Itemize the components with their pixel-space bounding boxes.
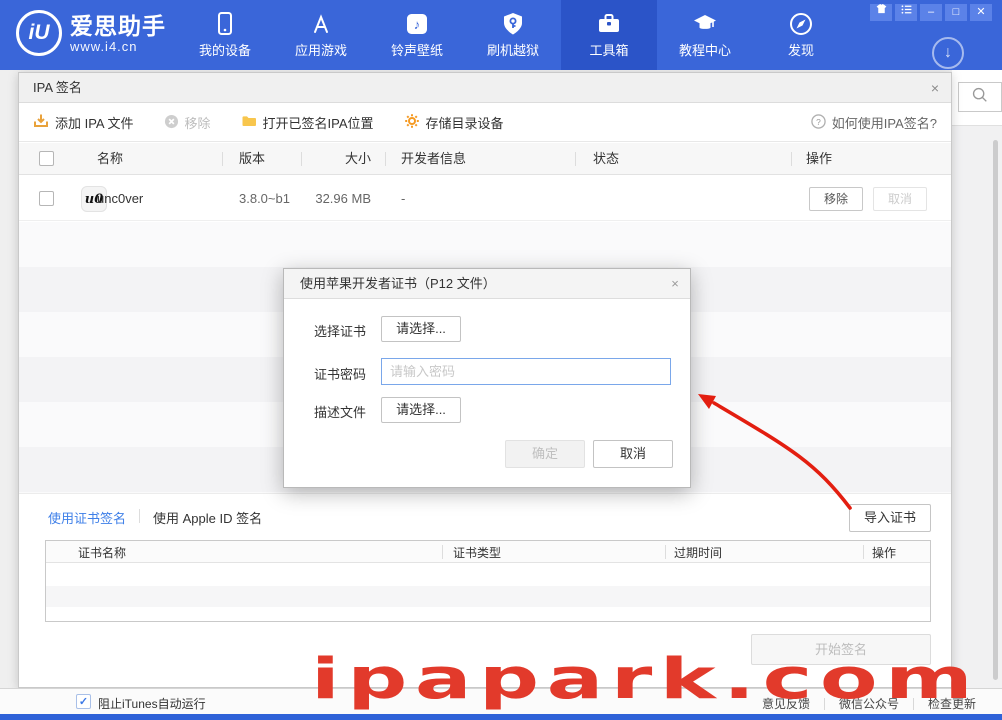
col-actions: 操作 <box>806 151 832 167</box>
app-table-header: 名称 版本 大小 开发者信息 状态 操作 <box>19 143 951 175</box>
menu-list-button[interactable] <box>895 4 917 21</box>
app-title: 爱思助手 <box>70 13 166 39</box>
app-name: unc0ver <box>97 191 143 207</box>
nav-discover[interactable]: 发现 <box>753 0 849 70</box>
add-file-icon <box>33 113 49 132</box>
minimize-button[interactable]: – <box>920 4 942 21</box>
app-window: iU 爱思助手 www.i4.cn 我的设备 应用游戏 ♪ 铃声壁纸 刷机越狱 <box>0 0 1002 720</box>
watermark-text: ipapark.com <box>311 647 980 712</box>
down-arrow-icon: ↓ <box>944 44 952 62</box>
window-bottom-border <box>0 714 1002 720</box>
row-checkbox[interactable] <box>39 191 54 206</box>
shield-key-icon <box>500 11 526 37</box>
logo-circle-icon: iU <box>16 10 62 56</box>
label-cert-password: 证书密码 <box>314 364 366 383</box>
search-input[interactable] <box>958 82 1002 112</box>
panel-close-icon[interactable]: × <box>919 73 951 103</box>
nav-tutorials[interactable]: 教程中心 <box>657 0 753 70</box>
panel-title: IPA 签名 <box>19 73 951 103</box>
maximize-button[interactable]: □ <box>945 4 967 21</box>
app-version: 3.8.0~b1 <box>239 191 290 207</box>
close-window-button[interactable]: ✕ <box>970 4 992 21</box>
nav-jailbreak[interactable]: 刷机越狱 <box>465 0 561 70</box>
skin-theme-button[interactable] <box>870 4 892 21</box>
col-cert-actions: 操作 <box>872 545 896 561</box>
vertical-scrollbar[interactable] <box>993 140 998 680</box>
label-select-cert: 选择证书 <box>314 321 366 340</box>
dialog-title: 使用苹果开发者证书（P12 文件） <box>284 269 690 299</box>
open-signed-location-button[interactable]: 打开已签名IPA位置 <box>241 113 374 132</box>
svg-text:♪: ♪ <box>414 17 421 32</box>
col-cert-name: 证书名称 <box>78 545 126 561</box>
select-cert-button[interactable]: 请选择... <box>381 316 461 342</box>
svg-text:?: ? <box>816 116 821 126</box>
help-link[interactable]: ? 如何使用IPA签名? <box>811 113 937 132</box>
col-version: 版本 <box>239 151 265 167</box>
nav-toolbox[interactable]: 工具箱 <box>561 0 657 70</box>
cert-empty-stripe <box>46 586 930 607</box>
cert-password-input[interactable] <box>381 358 671 385</box>
window-controls: – □ ✕ <box>870 4 992 21</box>
main-nav: 我的设备 应用游戏 ♪ 铃声壁纸 刷机越狱 工具箱 教程中心 <box>177 0 849 70</box>
question-circle-icon: ? <box>811 114 826 132</box>
import-cert-button[interactable]: 导入证书 <box>849 504 931 532</box>
gear-icon <box>404 113 420 132</box>
panel-toolbar: 添加 IPA 文件 移除 打开已签名IPA位置 存储目录设备 ? 如何使用IPA… <box>19 104 951 142</box>
block-itunes-checkbox[interactable]: ✓ <box>76 694 91 709</box>
select-all-checkbox[interactable] <box>39 151 54 166</box>
remove-circle-icon <box>164 114 179 132</box>
app-logo: iU 爱思助手 www.i4.cn <box>16 10 166 56</box>
select-provision-button[interactable]: 请选择... <box>381 397 461 423</box>
phone-icon <box>212 11 238 37</box>
top-header-bar: iU 爱思助手 www.i4.cn 我的设备 应用游戏 ♪ 铃声壁纸 刷机越狱 <box>0 0 1002 70</box>
row-remove-button[interactable]: 移除 <box>809 187 863 211</box>
table-row: u0 unc0ver 3.8.0~b1 32.96 MB - 移除 取消 <box>19 176 951 221</box>
col-cert-expiry: 过期时间 <box>674 545 722 561</box>
compass-icon <box>788 11 814 37</box>
graduation-cap-icon <box>692 11 718 37</box>
tab-sign-with-cert[interactable]: 使用证书签名 <box>48 508 126 527</box>
app-url: www.i4.cn <box>70 39 166 54</box>
row-cancel-button[interactable]: 取消 <box>873 187 927 211</box>
tab-sign-with-apple-id[interactable]: 使用 Apple ID 签名 <box>153 508 262 527</box>
col-status: 状态 <box>593 151 619 167</box>
folder-icon <box>241 113 257 132</box>
music-note-icon: ♪ <box>404 11 430 37</box>
dialog-close-icon[interactable]: × <box>660 269 690 299</box>
storage-settings-button[interactable]: 存储目录设备 <box>404 113 504 132</box>
col-developer: 开发者信息 <box>401 151 466 167</box>
dialog-ok-button[interactable]: 确定 <box>505 440 585 468</box>
app-developer: - <box>401 191 405 207</box>
cert-table: 证书名称 证书类型 过期时间 操作 <box>45 540 931 622</box>
shirt-icon <box>875 3 888 22</box>
col-cert-type: 证书类型 <box>453 545 501 561</box>
background-window-strip <box>952 70 1002 688</box>
appstore-icon <box>308 11 334 37</box>
toolbox-icon <box>596 11 622 37</box>
list-icon <box>900 3 913 22</box>
col-name: 名称 <box>97 151 123 167</box>
remove-button[interactable]: 移除 <box>164 113 211 132</box>
label-provision-file: 描述文件 <box>314 402 366 421</box>
nav-my-device[interactable]: 我的设备 <box>177 0 273 70</box>
block-itunes-label: 阻止iTunes自动运行 <box>98 695 206 712</box>
add-ipa-button[interactable]: 添加 IPA 文件 <box>33 113 134 132</box>
nav-apps-games[interactable]: 应用游戏 <box>273 0 369 70</box>
search-icon <box>971 86 988 108</box>
app-size: 32.96 MB <box>289 191 371 207</box>
download-manager-button[interactable]: ↓ <box>932 37 964 69</box>
dialog-cancel-button[interactable]: 取消 <box>593 440 673 468</box>
p12-cert-dialog: 使用苹果开发者证书（P12 文件） × 选择证书 请选择... 证书密码 描述文… <box>283 268 691 488</box>
nav-ringtones[interactable]: ♪ 铃声壁纸 <box>369 0 465 70</box>
